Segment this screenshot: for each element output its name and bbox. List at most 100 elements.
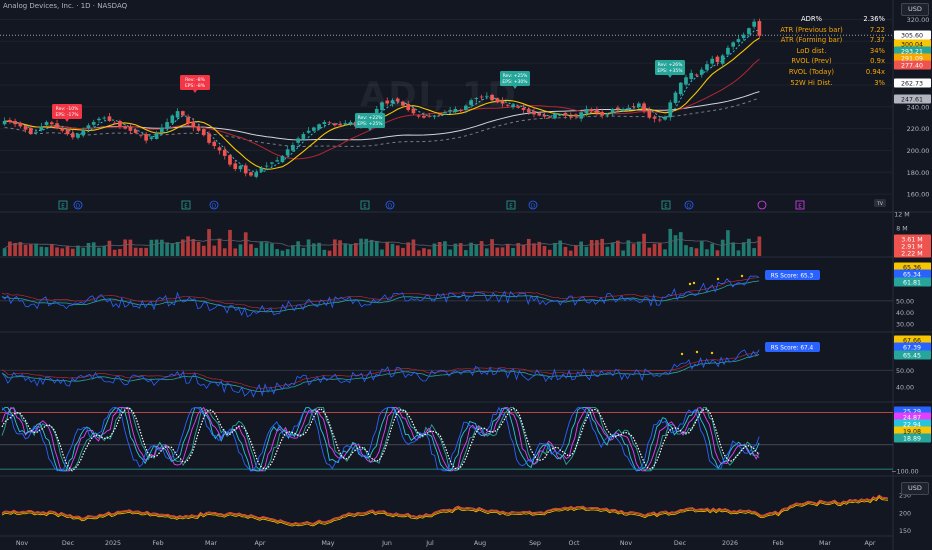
volume-bar	[201, 245, 206, 256]
rs2-annotation: RS Score: 67.4	[771, 345, 814, 351]
time-axis-label: Mar	[205, 540, 217, 547]
volume-bar	[579, 241, 584, 256]
volume-bar	[275, 249, 280, 256]
volume-bar	[547, 249, 552, 256]
rs2-tag-label: 65.45	[903, 352, 921, 359]
volume-bar	[726, 230, 730, 256]
volume-bar	[668, 228, 673, 256]
candle-body	[589, 109, 594, 112]
price-tick-label: 320.00	[907, 16, 930, 24]
volume-bar	[558, 240, 563, 256]
volume-bar	[605, 246, 610, 256]
candle-body	[139, 134, 143, 136]
volume-bar	[521, 244, 526, 256]
stats-row: RVOL (Today) 0.94x	[788, 67, 885, 76]
volume-bar	[741, 242, 746, 256]
volume-bar	[610, 242, 615, 256]
rs2-high-dot	[710, 351, 714, 355]
volume-bar	[259, 241, 264, 256]
rs-tick-label: 50.00	[896, 298, 914, 305]
time-axis-label: Apr	[865, 540, 876, 547]
volume-bar	[39, 246, 44, 256]
volume-bar	[474, 244, 479, 256]
earnings-marker-label: E	[61, 203, 65, 209]
volume-bar	[44, 247, 49, 256]
stats-row: ATR (Forming bar) 7.37	[780, 36, 885, 45]
candle-body	[537, 113, 542, 116]
volume-bar	[8, 241, 12, 256]
candle-body	[668, 102, 673, 118]
volume-bar	[327, 250, 332, 256]
candle-body	[280, 155, 285, 163]
volume-bar	[359, 238, 363, 256]
stats-table: ADR% 2.36% ATR (Previous bar) 7.22 ATR (Fo…	[752, 14, 888, 88]
dividend-marker-label: D	[531, 203, 535, 209]
candle-body	[595, 109, 599, 114]
candle-body	[741, 34, 746, 39]
candle-body	[76, 134, 80, 138]
candle-body	[102, 117, 107, 119]
candle-body	[684, 77, 688, 85]
currency-button-bottom[interactable]: USD	[901, 482, 929, 495]
rs2-signal-green	[1, 354, 760, 393]
tv-logo: TV	[876, 201, 884, 207]
volume-bar	[416, 250, 421, 256]
candle-body	[201, 129, 206, 136]
volume-bar	[23, 245, 28, 256]
candle-body	[616, 107, 620, 109]
price-tag-label: 247.61	[901, 96, 923, 103]
volume-bar	[306, 239, 311, 256]
earnings-eps: EPS: +35%	[657, 68, 683, 74]
price-tick-label: 200.00	[907, 147, 930, 155]
candle-body	[547, 116, 552, 118]
future-earnings-label: E	[798, 203, 802, 209]
volume-bar	[495, 247, 500, 256]
candle-body	[49, 122, 54, 125]
volume-bar	[170, 243, 175, 256]
volume-bar	[427, 249, 432, 256]
candle-body	[642, 103, 646, 112]
volume-bar	[228, 229, 232, 256]
candle-body	[212, 141, 217, 147]
candle-body	[747, 28, 751, 34]
stats-row: ATR (Previous bar) 7.22	[780, 25, 885, 34]
volume-bar	[568, 250, 573, 256]
volume-bar	[484, 248, 489, 256]
candle-body	[605, 114, 610, 116]
stats-row: ADR% 2.36%	[800, 15, 885, 23]
candle-body	[636, 103, 641, 107]
volume-bar	[684, 245, 688, 256]
earnings-rev: Rev: +22%	[358, 115, 384, 121]
volume-bar	[160, 239, 164, 256]
candle-body	[657, 119, 662, 121]
volume-bar	[2, 248, 7, 256]
volume-bar	[584, 246, 589, 256]
candle-body	[626, 107, 631, 109]
volume-bar	[322, 249, 327, 256]
candle-body	[133, 129, 138, 133]
time-axis-label: Feb	[772, 540, 783, 547]
candle-body	[60, 128, 65, 131]
volume-bar	[112, 249, 117, 256]
volume-bar	[757, 236, 762, 256]
candle-body	[338, 124, 342, 126]
volume-bar	[526, 238, 531, 256]
volume-bar	[128, 239, 133, 256]
candle-body	[317, 124, 321, 129]
candle-body	[579, 112, 584, 119]
price-tick-label: 180.00	[907, 169, 930, 177]
volume-bar	[464, 250, 468, 256]
candle-body	[28, 127, 33, 135]
candle-body	[600, 111, 604, 116]
volume-bar	[411, 239, 416, 256]
rs-high-dot	[692, 281, 696, 285]
candle-body	[699, 69, 704, 75]
candle-body	[23, 125, 28, 130]
volume-bar	[532, 243, 536, 256]
candle-body	[689, 72, 694, 80]
volume-bar	[401, 247, 405, 256]
rs2-high-dot	[680, 352, 684, 356]
volume-bar	[118, 248, 122, 256]
time-axis-label: Jul	[425, 540, 434, 547]
currency-button[interactable]: USD	[901, 3, 929, 16]
